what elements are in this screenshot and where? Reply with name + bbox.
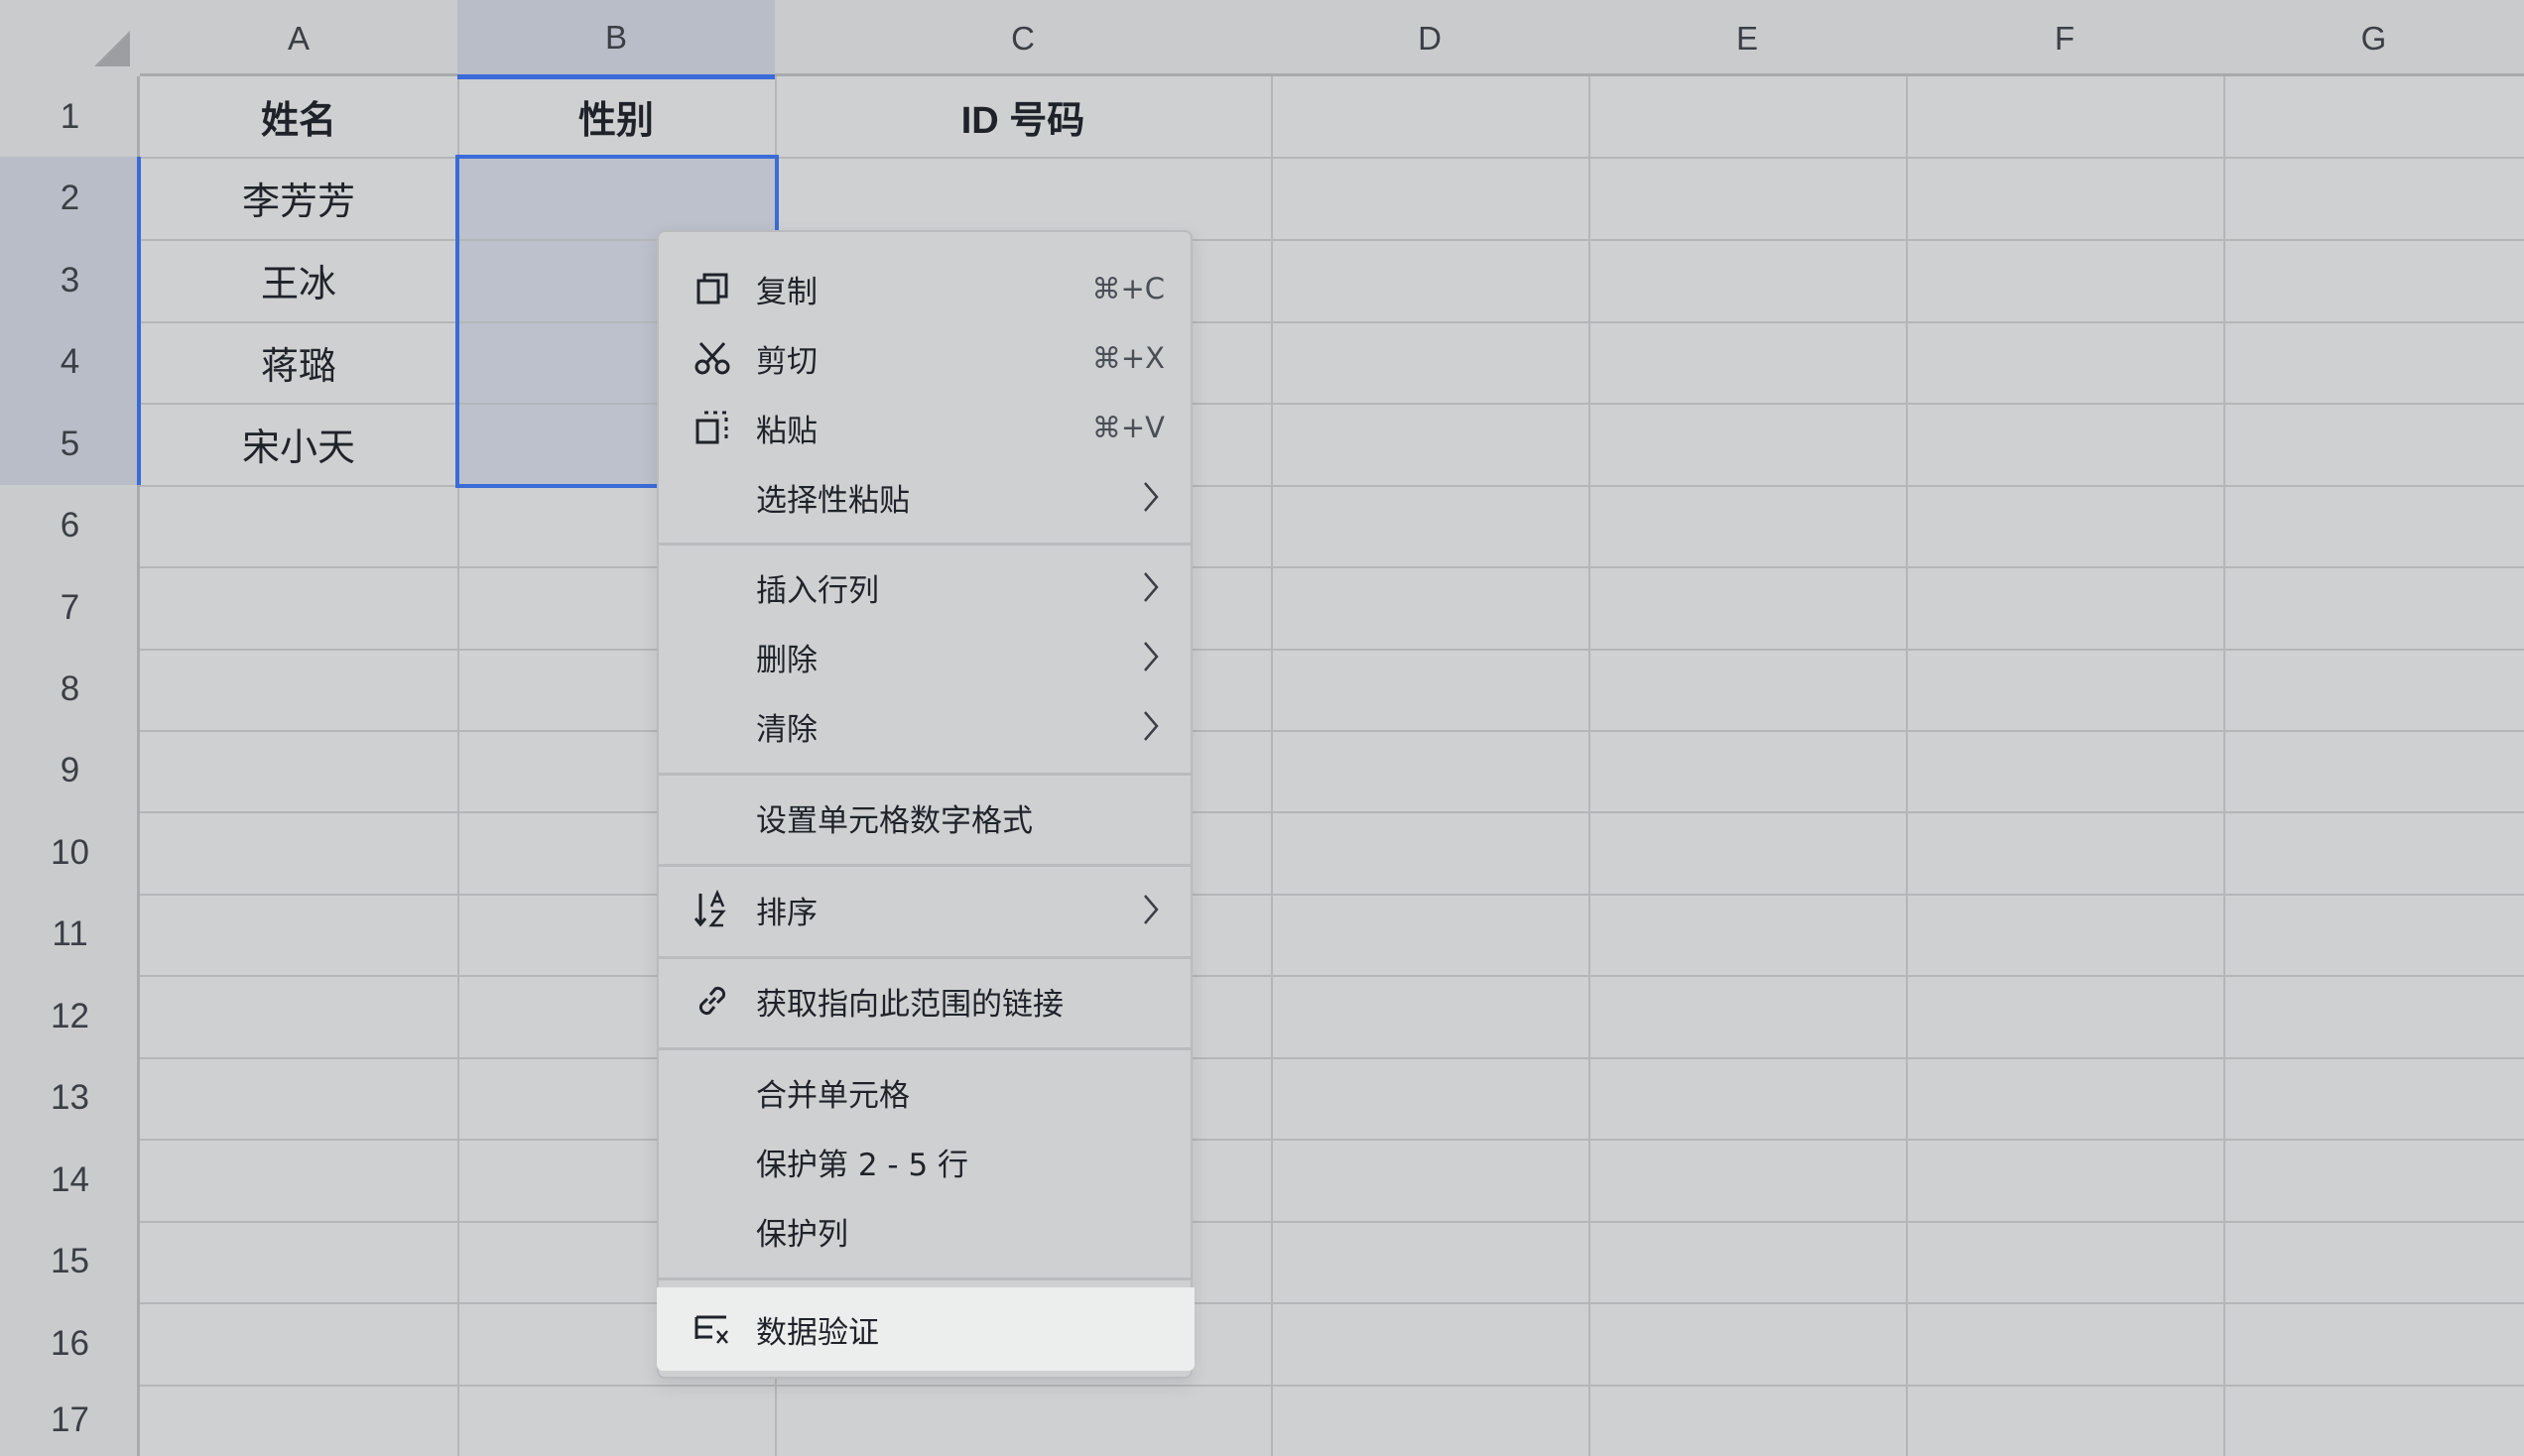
row-header-7[interactable]: 7 bbox=[0, 566, 140, 649]
row-header-1[interactable]: 1 bbox=[0, 76, 140, 157]
menu-item-cut[interactable]: 剪切 ⌘+X bbox=[659, 323, 1191, 393]
select-all-corner[interactable] bbox=[0, 0, 140, 76]
grid-line bbox=[1271, 0, 1273, 1456]
menu-item-insert[interactable]: 插入行列 bbox=[659, 552, 1191, 622]
menu-item-protect-rows[interactable]: 保护第 2 - 5 行 bbox=[659, 1127, 1191, 1196]
menu-separator bbox=[659, 543, 1191, 546]
chevron-right-icon bbox=[1144, 895, 1159, 924]
column-header-a[interactable]: A bbox=[140, 0, 457, 76]
grid-line bbox=[0, 1221, 2524, 1223]
menu-item-number-format-label: 设置单元格数字格式 bbox=[756, 802, 1033, 839]
row-header-12[interactable]: 12 bbox=[0, 975, 140, 1057]
column-header-f[interactable]: F bbox=[1906, 0, 2223, 76]
row-header-8[interactable]: 8 bbox=[0, 649, 140, 730]
column-header-b[interactable]: B bbox=[457, 0, 775, 79]
row-header-9[interactable]: 9 bbox=[0, 730, 140, 811]
menu-separator bbox=[659, 773, 1191, 776]
grid-line bbox=[0, 1139, 2524, 1141]
scissors-icon bbox=[694, 341, 730, 375]
menu-item-paste-shortcut: ⌘+V bbox=[1091, 411, 1165, 444]
chevron-right-icon bbox=[1144, 482, 1159, 512]
menu-item-link[interactable]: 获取指向此范围的链接 bbox=[659, 966, 1191, 1035]
spreadsheet: A B C D E F G 1 2 3 4 5 6 7 8 9 10 11 12… bbox=[0, 0, 2524, 1456]
grid-line bbox=[2223, 0, 2225, 1456]
row-header-10[interactable]: 10 bbox=[0, 811, 140, 894]
select-all-triangle-icon bbox=[94, 31, 130, 66]
menu-item-sort[interactable]: 排序 bbox=[659, 875, 1191, 944]
menu-item-merge[interactable]: 合并单元格 bbox=[659, 1057, 1191, 1127]
grid-line bbox=[0, 1302, 2524, 1304]
menu-separator bbox=[659, 864, 1191, 867]
menu-item-paste-label: 粘贴 bbox=[756, 413, 818, 449]
cell-a5[interactable]: 宋小天 bbox=[140, 403, 457, 485]
menu-item-protect-column[interactable]: 保护列 bbox=[659, 1196, 1191, 1266]
menu-item-data-validation[interactable]: 数据验证 bbox=[657, 1287, 1195, 1371]
cell-a2[interactable]: 李芳芳 bbox=[140, 157, 457, 239]
menu-item-merge-label: 合并单元格 bbox=[756, 1077, 910, 1114]
chevron-right-icon bbox=[1144, 572, 1159, 602]
row-header-2[interactable]: 2 bbox=[0, 157, 140, 239]
column-header-d[interactable]: D bbox=[1271, 0, 1588, 76]
link-icon bbox=[698, 986, 726, 1016]
cell-a1[interactable]: 姓名 bbox=[140, 76, 457, 157]
column-header-g[interactable]: G bbox=[2223, 0, 2524, 76]
menu-item-delete[interactable]: 删除 bbox=[659, 622, 1191, 691]
sort-icon bbox=[694, 890, 726, 927]
menu-item-cut-shortcut: ⌘+X bbox=[1091, 341, 1165, 375]
row-header-4[interactable]: 4 bbox=[0, 321, 140, 403]
grid-line bbox=[0, 566, 2524, 568]
grid-line bbox=[0, 1385, 2524, 1387]
grid-line bbox=[0, 485, 2524, 487]
cell-a4[interactable]: 蒋璐 bbox=[140, 321, 457, 403]
grid-line bbox=[0, 1057, 2524, 1059]
row-header-11[interactable]: 11 bbox=[0, 894, 140, 975]
menu-item-protect-column-label: 保护列 bbox=[756, 1216, 848, 1253]
menu-item-protect-rows-label: 保护第 2 - 5 行 bbox=[756, 1147, 969, 1183]
menu-item-delete-label: 删除 bbox=[756, 642, 818, 678]
menu-item-clear[interactable]: 清除 bbox=[659, 691, 1191, 761]
chevron-right-icon bbox=[1144, 711, 1159, 741]
cell-a3[interactable]: 王冰 bbox=[140, 239, 457, 321]
row-header-16[interactable]: 16 bbox=[0, 1302, 140, 1385]
grid-line bbox=[0, 975, 2524, 977]
cell-b1[interactable]: 性别 bbox=[457, 76, 775, 157]
menu-item-link-label: 获取指向此范围的链接 bbox=[756, 986, 1064, 1023]
row-header-14[interactable]: 14 bbox=[0, 1139, 140, 1221]
grid-line bbox=[0, 649, 2524, 651]
menu-item-copy[interactable]: 复制 ⌘+C bbox=[659, 254, 1191, 323]
column-header-e[interactable]: E bbox=[1588, 0, 1906, 76]
row-header-5[interactable]: 5 bbox=[0, 403, 140, 485]
row-header-13[interactable]: 13 bbox=[0, 1057, 140, 1139]
row-header-17[interactable]: 17 bbox=[0, 1385, 140, 1456]
row-header-15[interactable]: 15 bbox=[0, 1221, 140, 1302]
menu-item-clear-label: 清除 bbox=[756, 711, 818, 748]
column-header-c[interactable]: C bbox=[775, 0, 1271, 76]
menu-item-cut-label: 剪切 bbox=[756, 343, 818, 380]
grid-line bbox=[0, 894, 2524, 896]
menu-separator bbox=[659, 1277, 1191, 1280]
row-header-6[interactable]: 6 bbox=[0, 485, 140, 566]
copy-icon bbox=[696, 273, 728, 304]
grid-line bbox=[1906, 0, 1908, 1456]
grid-line bbox=[1588, 0, 1590, 1456]
menu-item-paste-special[interactable]: 选择性粘贴 bbox=[659, 462, 1191, 532]
context-menu: 复制 ⌘+C 剪切 ⌘+X 粘贴 ⌘+V 选择性粘贴 插入行列 删除 清除 设置… bbox=[657, 230, 1195, 1379]
menu-item-paste-special-label: 选择性粘贴 bbox=[756, 482, 910, 519]
menu-item-copy-shortcut: ⌘+C bbox=[1091, 272, 1165, 305]
menu-separator bbox=[659, 1047, 1191, 1050]
menu-item-paste[interactable]: 粘贴 ⌘+V bbox=[659, 393, 1191, 462]
chevron-right-icon bbox=[1144, 642, 1159, 671]
menu-item-insert-label: 插入行列 bbox=[756, 572, 879, 609]
menu-separator bbox=[659, 956, 1191, 959]
data-validation-icon bbox=[694, 1315, 728, 1344]
row-header-3[interactable]: 3 bbox=[0, 239, 140, 321]
grid-line bbox=[0, 730, 2524, 732]
menu-item-sort-label: 排序 bbox=[756, 895, 818, 931]
grid-line bbox=[0, 811, 2524, 813]
menu-item-data-validation-label: 数据验证 bbox=[756, 1314, 879, 1351]
cell-c1[interactable]: ID 号码 bbox=[775, 76, 1271, 157]
paste-icon bbox=[695, 411, 728, 444]
menu-item-copy-label: 复制 bbox=[756, 274, 818, 310]
menu-item-number-format[interactable]: 设置单元格数字格式 bbox=[659, 783, 1191, 852]
